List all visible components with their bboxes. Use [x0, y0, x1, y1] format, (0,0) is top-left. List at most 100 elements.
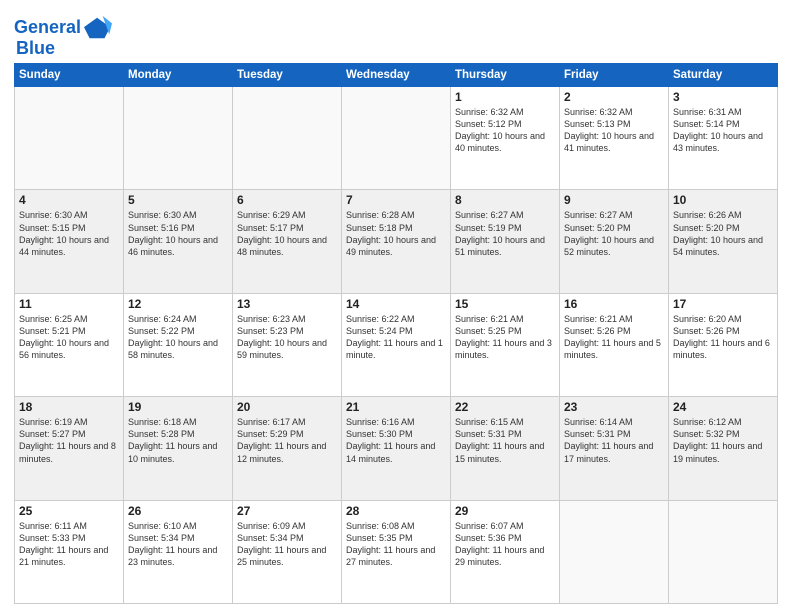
day-info: Sunrise: 6:27 AM Sunset: 5:20 PM Dayligh… [564, 209, 664, 258]
weekday-header-row: SundayMondayTuesdayWednesdayThursdayFrid… [15, 64, 778, 87]
day-info: Sunrise: 6:24 AM Sunset: 5:22 PM Dayligh… [128, 313, 228, 362]
day-number: 6 [237, 193, 337, 207]
calendar-cell: 29 Sunrise: 6:07 AM Sunset: 5:36 PM Dayli… [451, 500, 560, 603]
day-info: Sunrise: 6:27 AM Sunset: 5:19 PM Dayligh… [455, 209, 555, 258]
day-info: Sunrise: 6:17 AM Sunset: 5:29 PM Dayligh… [237, 416, 337, 465]
calendar-cell: 6 Sunrise: 6:29 AM Sunset: 5:17 PM Daylig… [233, 190, 342, 293]
day-info: Sunrise: 6:28 AM Sunset: 5:18 PM Dayligh… [346, 209, 446, 258]
logo: General Blue [14, 14, 112, 59]
weekday-sunday: Sunday [15, 64, 124, 87]
day-number: 22 [455, 400, 555, 414]
calendar-cell: 25 Sunrise: 6:11 AM Sunset: 5:33 PM Dayli… [15, 500, 124, 603]
weekday-thursday: Thursday [451, 64, 560, 87]
calendar-cell: 10 Sunrise: 6:26 AM Sunset: 5:20 PM Dayli… [669, 190, 778, 293]
day-info: Sunrise: 6:18 AM Sunset: 5:28 PM Dayligh… [128, 416, 228, 465]
calendar-cell: 19 Sunrise: 6:18 AM Sunset: 5:28 PM Dayli… [124, 397, 233, 500]
calendar-cell [124, 87, 233, 190]
header: General Blue [14, 10, 778, 59]
calendar-cell [669, 500, 778, 603]
calendar-cell: 2 Sunrise: 6:32 AM Sunset: 5:13 PM Daylig… [560, 87, 669, 190]
day-number: 14 [346, 297, 446, 311]
day-info: Sunrise: 6:10 AM Sunset: 5:34 PM Dayligh… [128, 520, 228, 569]
calendar-cell [233, 87, 342, 190]
calendar-cell: 8 Sunrise: 6:27 AM Sunset: 5:19 PM Daylig… [451, 190, 560, 293]
logo-text: General [14, 18, 81, 38]
day-info: Sunrise: 6:15 AM Sunset: 5:31 PM Dayligh… [455, 416, 555, 465]
day-number: 1 [455, 90, 555, 104]
day-number: 8 [455, 193, 555, 207]
day-number: 13 [237, 297, 337, 311]
day-number: 5 [128, 193, 228, 207]
day-info: Sunrise: 6:11 AM Sunset: 5:33 PM Dayligh… [19, 520, 119, 569]
day-number: 10 [673, 193, 773, 207]
calendar-cell: 23 Sunrise: 6:14 AM Sunset: 5:31 PM Dayli… [560, 397, 669, 500]
calendar-cell: 17 Sunrise: 6:20 AM Sunset: 5:26 PM Dayli… [669, 293, 778, 396]
day-number: 20 [237, 400, 337, 414]
weekday-monday: Monday [124, 64, 233, 87]
day-number: 27 [237, 504, 337, 518]
day-info: Sunrise: 6:25 AM Sunset: 5:21 PM Dayligh… [19, 313, 119, 362]
page: General Blue SundayMondayTuesdayWednesda… [0, 0, 792, 612]
day-number: 29 [455, 504, 555, 518]
day-number: 19 [128, 400, 228, 414]
calendar-cell: 3 Sunrise: 6:31 AM Sunset: 5:14 PM Daylig… [669, 87, 778, 190]
calendar-table: SundayMondayTuesdayWednesdayThursdayFrid… [14, 63, 778, 604]
day-info: Sunrise: 6:09 AM Sunset: 5:34 PM Dayligh… [237, 520, 337, 569]
calendar-row-2: 11 Sunrise: 6:25 AM Sunset: 5:21 PM Dayli… [15, 293, 778, 396]
day-info: Sunrise: 6:08 AM Sunset: 5:35 PM Dayligh… [346, 520, 446, 569]
calendar-cell [560, 500, 669, 603]
day-info: Sunrise: 6:20 AM Sunset: 5:26 PM Dayligh… [673, 313, 773, 362]
day-number: 17 [673, 297, 773, 311]
calendar-cell [342, 87, 451, 190]
calendar-cell: 11 Sunrise: 6:25 AM Sunset: 5:21 PM Dayli… [15, 293, 124, 396]
calendar-row-3: 18Sunrise: 6:19 AM Sunset: 5:27 PM Dayli… [15, 397, 778, 500]
day-info: Sunrise: 6:07 AM Sunset: 5:36 PM Dayligh… [455, 520, 555, 569]
calendar-cell: 26 Sunrise: 6:10 AM Sunset: 5:34 PM Dayli… [124, 500, 233, 603]
day-number: 18 [19, 400, 119, 414]
calendar-cell: 14 Sunrise: 6:22 AM Sunset: 5:24 PM Dayli… [342, 293, 451, 396]
day-number: 16 [564, 297, 664, 311]
day-number: 28 [346, 504, 446, 518]
day-number: 25 [19, 504, 119, 518]
day-info: Sunrise: 6:32 AM Sunset: 5:13 PM Dayligh… [564, 106, 664, 155]
day-info: Sunrise: 6:30 AM Sunset: 5:15 PM Dayligh… [19, 209, 119, 258]
day-info: Sunrise: 6:22 AM Sunset: 5:24 PM Dayligh… [346, 313, 446, 362]
day-info: Sunrise: 6:16 AM Sunset: 5:30 PM Dayligh… [346, 416, 446, 465]
calendar-cell: 24 Sunrise: 6:12 AM Sunset: 5:32 PM Dayli… [669, 397, 778, 500]
calendar-cell: 22 Sunrise: 6:15 AM Sunset: 5:31 PM Dayli… [451, 397, 560, 500]
calendar-cell: 15Sunrise: 6:21 AM Sunset: 5:25 PM Dayli… [451, 293, 560, 396]
day-number: 11 [19, 297, 119, 311]
day-number: 12 [128, 297, 228, 311]
weekday-saturday: Saturday [669, 64, 778, 87]
calendar-cell: 27 Sunrise: 6:09 AM Sunset: 5:34 PM Dayli… [233, 500, 342, 603]
day-info: Sunrise: 6:14 AM Sunset: 5:31 PM Dayligh… [564, 416, 664, 465]
weekday-wednesday: Wednesday [342, 64, 451, 87]
calendar-cell: 13 Sunrise: 6:23 AM Sunset: 5:23 PM Dayli… [233, 293, 342, 396]
day-number: 3 [673, 90, 773, 104]
calendar-cell: 18Sunrise: 6:19 AM Sunset: 5:27 PM Dayli… [15, 397, 124, 500]
calendar-cell: 21 Sunrise: 6:16 AM Sunset: 5:30 PM Dayli… [342, 397, 451, 500]
day-number: 23 [564, 400, 664, 414]
day-info: Sunrise: 6:31 AM Sunset: 5:14 PM Dayligh… [673, 106, 773, 155]
day-info: Sunrise: 6:26 AM Sunset: 5:20 PM Dayligh… [673, 209, 773, 258]
day-info: Sunrise: 6:32 AM Sunset: 5:12 PM Dayligh… [455, 106, 555, 155]
calendar-row-4: 25 Sunrise: 6:11 AM Sunset: 5:33 PM Dayli… [15, 500, 778, 603]
day-info: Sunrise: 6:23 AM Sunset: 5:23 PM Dayligh… [237, 313, 337, 362]
day-number: 26 [128, 504, 228, 518]
calendar-cell: 20 Sunrise: 6:17 AM Sunset: 5:29 PM Dayli… [233, 397, 342, 500]
day-info: Sunrise: 6:29 AM Sunset: 5:17 PM Dayligh… [237, 209, 337, 258]
day-number: 15 [455, 297, 555, 311]
day-number: 9 [564, 193, 664, 207]
calendar-cell: 1 Sunrise: 6:32 AM Sunset: 5:12 PM Daylig… [451, 87, 560, 190]
calendar-row-1: 4 Sunrise: 6:30 AM Sunset: 5:15 PM Daylig… [15, 190, 778, 293]
logo-icon [84, 14, 112, 42]
calendar-row-0: 1 Sunrise: 6:32 AM Sunset: 5:12 PM Daylig… [15, 87, 778, 190]
day-number: 21 [346, 400, 446, 414]
day-number: 24 [673, 400, 773, 414]
weekday-friday: Friday [560, 64, 669, 87]
calendar-cell: 7Sunrise: 6:28 AM Sunset: 5:18 PM Daylig… [342, 190, 451, 293]
day-number: 2 [564, 90, 664, 104]
day-number: 4 [19, 193, 119, 207]
calendar-cell: 28 Sunrise: 6:08 AM Sunset: 5:35 PM Dayli… [342, 500, 451, 603]
day-info: Sunrise: 6:12 AM Sunset: 5:32 PM Dayligh… [673, 416, 773, 465]
